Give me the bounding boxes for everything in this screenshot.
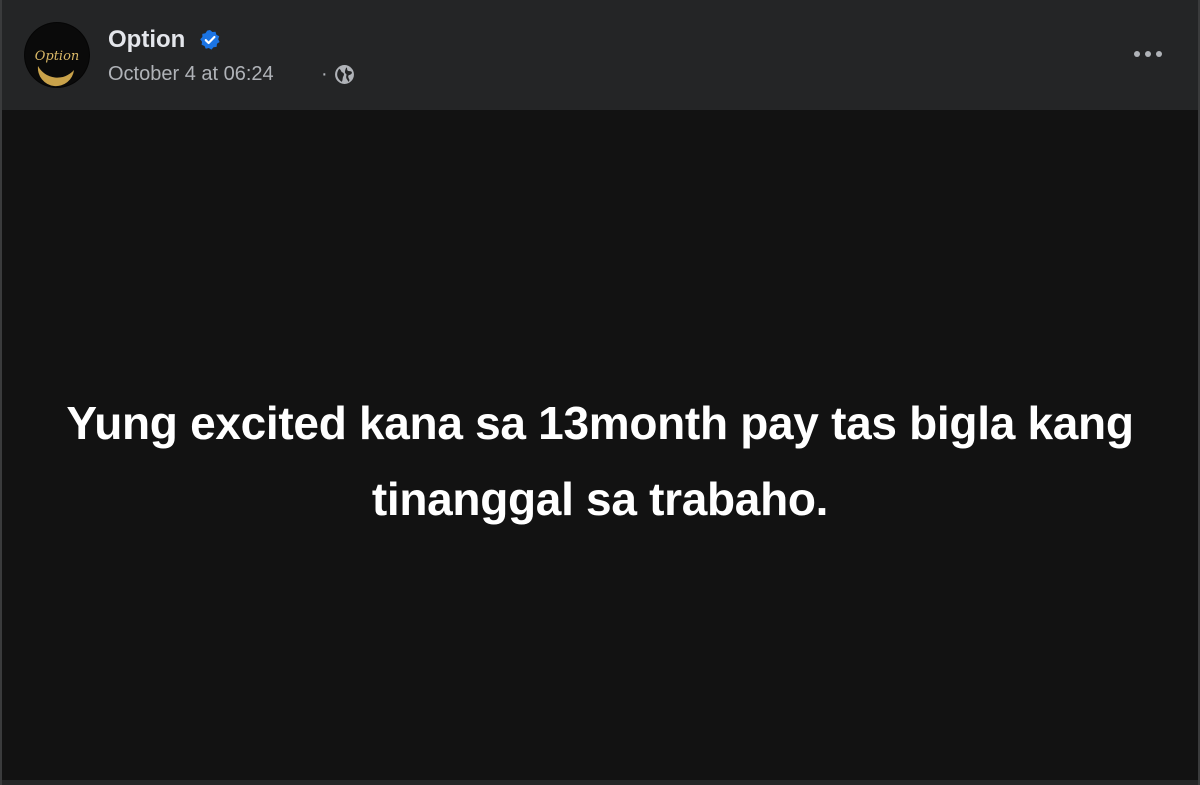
- globe-icon[interactable]: [334, 64, 355, 85]
- more-options-icon: [1134, 51, 1140, 57]
- page-avatar[interactable]: Option: [24, 22, 90, 88]
- avatar-logo-text: Option: [35, 49, 80, 64]
- post-header: Option Option October 4 at 06:24 ·: [2, 0, 1198, 110]
- post-text: Yung excited kana sa 13month pay tas big…: [66, 397, 1134, 525]
- facebook-post: Option Option October 4 at 06:24 · Yung …: [0, 0, 1200, 785]
- post-bottom-edge: [2, 780, 1198, 785]
- avatar-logo-icon: Option: [25, 23, 89, 87]
- post-timestamp-link[interactable]: October 4 at 06:24: [108, 61, 274, 87]
- meta-separator: ·: [321, 63, 328, 85]
- more-options-button[interactable]: [1126, 36, 1170, 72]
- verified-badge-icon: [200, 30, 220, 50]
- page-name-link[interactable]: Option: [108, 25, 185, 55]
- post-content-area: Yung excited kana sa 13month pay tas big…: [2, 110, 1198, 780]
